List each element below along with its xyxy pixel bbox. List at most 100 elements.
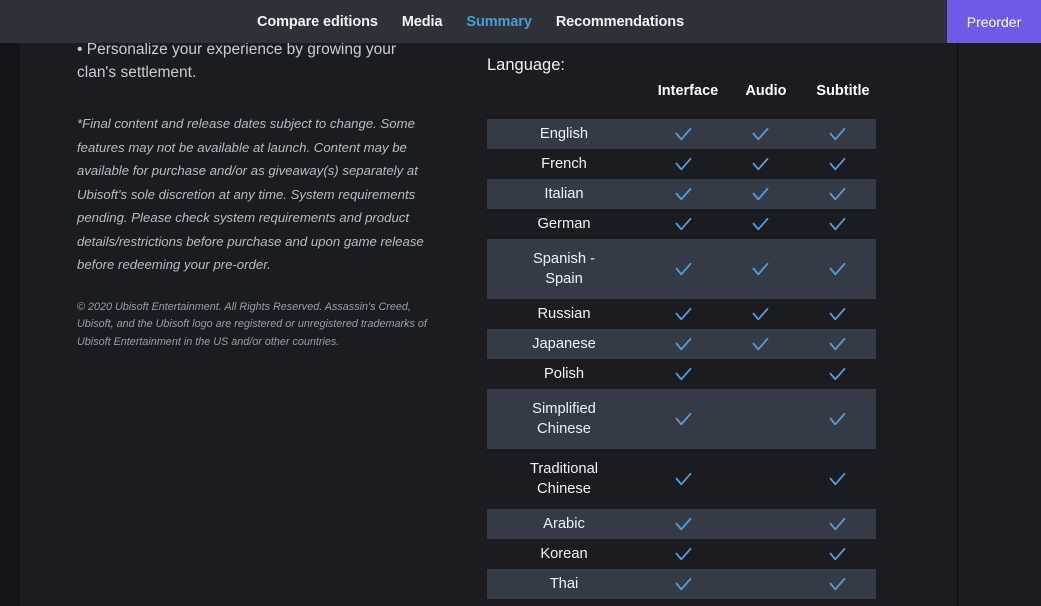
check-icon bbox=[673, 304, 694, 325]
check-icon bbox=[827, 514, 848, 535]
language-name-line-1: Italian bbox=[544, 186, 584, 202]
language-name-line-1: Russian bbox=[537, 306, 591, 322]
check-icon bbox=[827, 574, 848, 595]
empty-cell-placeholder bbox=[750, 409, 771, 430]
language-name-line-2: Chinese bbox=[537, 481, 591, 497]
table-row: Polish bbox=[487, 359, 876, 389]
table-row: Russian bbox=[487, 299, 876, 329]
empty-cell-placeholder bbox=[750, 364, 771, 385]
check-icon bbox=[673, 364, 694, 385]
support-cell-audio bbox=[722, 124, 799, 145]
column-header-interface: Interface bbox=[657, 83, 719, 99]
support-cell-audio bbox=[722, 469, 799, 490]
language-section-title: Language: bbox=[487, 56, 565, 74]
support-cell-interface bbox=[645, 409, 722, 430]
support-cell-audio bbox=[722, 304, 799, 325]
support-cell-interface bbox=[645, 124, 722, 145]
column-header-audio: Audio bbox=[745, 83, 787, 99]
check-icon bbox=[827, 304, 848, 325]
table-row: Thai bbox=[487, 569, 876, 599]
language-name-line-1: Spanish - bbox=[532, 251, 596, 267]
language-name-cell: Simplified Chinese bbox=[487, 399, 645, 439]
support-cell-audio bbox=[722, 154, 799, 175]
copyright-text: © 2020 Ubisoft Entertainment. All Rights… bbox=[77, 300, 427, 348]
check-icon bbox=[750, 124, 771, 145]
support-cell-interface bbox=[645, 154, 722, 175]
left-gutter bbox=[0, 43, 20, 606]
table-row: Italian bbox=[487, 179, 876, 209]
support-cell-subtitle bbox=[799, 304, 876, 325]
check-icon bbox=[827, 214, 848, 235]
language-name-line-1: French bbox=[541, 156, 587, 172]
top-navigation-bar: Compare editions Media Summary Recommendati… bbox=[0, 0, 1041, 43]
check-icon bbox=[673, 574, 694, 595]
right-gutter bbox=[958, 43, 1041, 606]
support-cell-audio bbox=[722, 259, 799, 280]
support-cell-subtitle bbox=[799, 574, 876, 595]
check-icon bbox=[673, 214, 694, 235]
nav-item-media[interactable]: Media bbox=[402, 14, 443, 30]
table-row: Korean bbox=[487, 539, 876, 569]
support-cell-interface bbox=[645, 304, 722, 325]
table-row: Japanese bbox=[487, 329, 876, 359]
support-cell-audio bbox=[722, 574, 799, 595]
empty-cell-placeholder bbox=[750, 469, 771, 490]
language-name-cell: Polish bbox=[487, 364, 645, 384]
check-icon bbox=[827, 124, 848, 145]
empty-cell-placeholder bbox=[750, 514, 771, 535]
table-row: German bbox=[487, 209, 876, 239]
support-cell-subtitle bbox=[799, 469, 876, 490]
check-icon bbox=[673, 154, 694, 175]
support-cell-interface bbox=[645, 574, 722, 595]
support-cell-interface bbox=[645, 184, 722, 205]
language-name-line-1: Traditional bbox=[529, 461, 599, 477]
check-icon bbox=[673, 469, 694, 490]
table-row: Arabic bbox=[487, 509, 876, 539]
support-cell-subtitle bbox=[799, 409, 876, 430]
nav-item-summary[interactable]: Summary bbox=[466, 14, 531, 30]
left-content-column: • Personalize your experience by growing… bbox=[77, 38, 442, 351]
support-cell-subtitle bbox=[799, 214, 876, 235]
support-cell-subtitle bbox=[799, 154, 876, 175]
page-root: • Personalize your experience by growing… bbox=[0, 0, 1041, 606]
check-icon bbox=[827, 544, 848, 565]
check-icon bbox=[750, 259, 771, 280]
language-name-line-1: English bbox=[539, 126, 589, 142]
language-name-cell: Spanish - Spain bbox=[487, 249, 645, 289]
empty-cell-placeholder bbox=[750, 574, 771, 595]
language-name-cell: Thai bbox=[487, 574, 645, 594]
support-cell-subtitle bbox=[799, 514, 876, 535]
nav-item-recommendations[interactable]: Recommendations bbox=[556, 14, 684, 30]
language-name-line-1: German bbox=[537, 216, 591, 232]
check-icon bbox=[827, 184, 848, 205]
support-cell-interface bbox=[645, 544, 722, 565]
support-cell-audio bbox=[722, 364, 799, 385]
support-cell-subtitle bbox=[799, 364, 876, 385]
check-icon bbox=[673, 409, 694, 430]
language-name-line-2: Chinese bbox=[537, 421, 591, 437]
check-icon bbox=[750, 184, 771, 205]
legal-disclaimer-text: *Final content and release dates subject… bbox=[77, 116, 424, 272]
table-row: Traditional Chinese bbox=[487, 449, 876, 509]
language-name-line-2: Spain bbox=[545, 271, 583, 287]
check-icon bbox=[827, 259, 848, 280]
nav-item-list: Compare editions Media Summary Recommendati… bbox=[0, 0, 941, 43]
preorder-button[interactable]: Preorder bbox=[947, 0, 1041, 43]
check-icon bbox=[750, 304, 771, 325]
support-cell-subtitle bbox=[799, 544, 876, 565]
language-name-line-1: Thai bbox=[549, 576, 579, 592]
language-name-line-1: Arabic bbox=[543, 516, 585, 532]
support-cell-audio bbox=[722, 184, 799, 205]
language-name-cell: German bbox=[487, 214, 645, 234]
support-cell-interface bbox=[645, 214, 722, 235]
support-cell-interface bbox=[645, 259, 722, 280]
language-name-line-1: Japanese bbox=[532, 336, 596, 352]
check-icon bbox=[673, 259, 694, 280]
check-icon bbox=[673, 334, 694, 355]
nav-item-compare-editions[interactable]: Compare editions bbox=[257, 14, 378, 30]
support-cell-subtitle bbox=[799, 334, 876, 355]
support-cell-audio bbox=[722, 514, 799, 535]
language-table: English French Italian German Spanish - Spain… bbox=[487, 119, 876, 599]
support-cell-interface bbox=[645, 364, 722, 385]
support-cell-audio bbox=[722, 214, 799, 235]
